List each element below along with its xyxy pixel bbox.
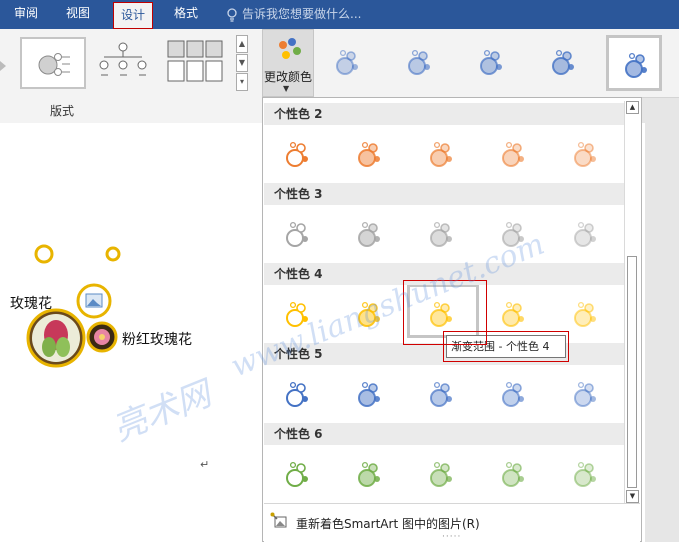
hierarchy-layout-icon <box>99 42 147 76</box>
label-rose: 玫瑰花 <box>10 296 52 312</box>
tab-view[interactable]: 视图 <box>52 0 104 29</box>
smartart-style-option[interactable] <box>536 35 592 91</box>
smartart-style-option[interactable] <box>320 35 376 91</box>
dropdown-scrollbar[interactable]: ▲ ▼ <box>624 101 640 503</box>
chevron-down-icon: ▼ <box>283 84 290 93</box>
palette-icon <box>279 38 301 59</box>
color-option[interactable] <box>355 219 385 249</box>
section-header: 个性色 2 <box>264 103 624 125</box>
color-option[interactable] <box>355 459 385 489</box>
gallery-down-icon[interactable]: ▼ <box>236 54 248 72</box>
section-header: 个性色 6 <box>264 423 624 445</box>
color-option[interactable] <box>427 459 457 489</box>
scroll-up-icon[interactable]: ▲ <box>626 101 639 114</box>
layout-thumb-hierarchy[interactable] <box>92 37 158 89</box>
color-option[interactable] <box>283 139 313 169</box>
color-option[interactable] <box>571 219 601 249</box>
document-right-margin <box>645 123 679 542</box>
color-option[interactable] <box>571 139 601 169</box>
gallery-up-icon[interactable]: ▲ <box>236 35 248 53</box>
color-option[interactable] <box>499 379 529 409</box>
tab-review[interactable]: 审阅 <box>0 0 52 29</box>
color-option[interactable] <box>355 139 385 169</box>
smartart-style-option[interactable] <box>392 35 448 91</box>
grid-layout-icon <box>167 40 223 82</box>
color-option[interactable] <box>571 379 601 409</box>
label-pink-rose: 粉红玫瑰花 <box>122 332 192 348</box>
scroll-thumb[interactable] <box>627 256 637 488</box>
layout-thumb-partial[interactable] <box>0 59 8 73</box>
layout-thumb-bubble[interactable] <box>20 37 86 89</box>
lightbulb-icon <box>227 7 237 22</box>
scroll-down-icon[interactable]: ▼ <box>626 490 639 503</box>
tell-me-box[interactable]: 告诉我您想要做什么... <box>226 0 361 29</box>
color-option[interactable] <box>283 379 313 409</box>
color-option[interactable] <box>283 459 313 489</box>
annotation-box-tooltip <box>443 331 569 362</box>
tell-me-placeholder: 告诉我您想要做什么... <box>242 7 362 21</box>
color-option[interactable] <box>499 139 529 169</box>
color-option[interactable] <box>499 219 529 249</box>
color-option[interactable] <box>427 379 457 409</box>
smartart-style-option[interactable] <box>606 35 662 91</box>
tab-design[interactable]: 设计 <box>113 2 153 29</box>
color-option[interactable] <box>571 459 601 489</box>
bubble-layout-icon <box>38 53 70 76</box>
layout-group-label: 版式 <box>50 104 75 118</box>
gallery-more-icon[interactable]: ▾ <box>236 73 248 91</box>
resize-grip-icon[interactable]: ····· <box>442 532 461 542</box>
color-option[interactable] <box>355 379 385 409</box>
layout-group: 版式 <box>0 97 262 124</box>
color-option[interactable] <box>283 299 313 329</box>
color-option[interactable] <box>571 299 601 329</box>
layout-thumb-grid[interactable] <box>164 37 230 89</box>
recolor-picture-icon <box>270 512 287 528</box>
paragraph-mark: ↵ <box>200 458 210 471</box>
color-option[interactable] <box>427 139 457 169</box>
ribbon-tab-bar: 审阅 视图 设计 格式 告诉我您想要做什么... <box>0 0 679 29</box>
recolor-pictures-option[interactable]: 重新着色SmartArt 图中的图片(R) ····· <box>264 503 640 542</box>
section-header: 个性色 3 <box>264 183 624 205</box>
change-colors-label: 更改颜色 <box>263 70 312 84</box>
color-option[interactable] <box>427 219 457 249</box>
recolor-pictures-label: 重新着色SmartArt 图中的图片(R) <box>296 517 480 531</box>
layout-gallery-scroll: ▲ ▼ ▾ <box>236 35 248 93</box>
color-option[interactable] <box>499 459 529 489</box>
smartart-style-option[interactable] <box>464 35 520 91</box>
change-colors-button[interactable]: 更改颜色 ▼ <box>262 29 314 97</box>
tab-format[interactable]: 格式 <box>162 0 210 29</box>
color-option[interactable] <box>355 299 385 329</box>
color-option[interactable] <box>283 219 313 249</box>
color-option[interactable] <box>499 299 529 329</box>
